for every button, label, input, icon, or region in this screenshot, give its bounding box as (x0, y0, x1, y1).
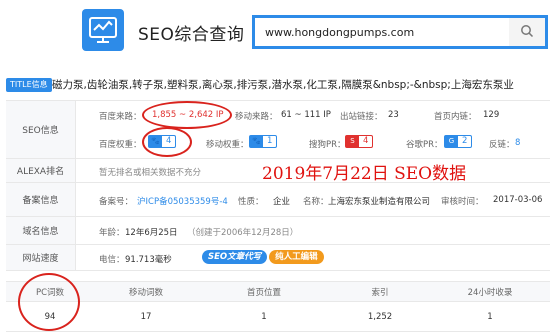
beian-nature-value: 企业 (273, 197, 291, 207)
speed-badges: SEO文章代写 纯人工编辑 (202, 250, 326, 264)
domain-label: 域名信息 (6, 217, 76, 244)
outlinks-label: 出站链接： (340, 112, 383, 122)
stats-header-24h: 24小时收录 (467, 287, 513, 298)
beian-name-label: 名称： (303, 197, 329, 207)
stats-table: PC词数 移动词数 首页位置 索引 24小时收录 94 17 1 1,252 1 (6, 273, 550, 333)
seo-writing-badge[interactable]: SEO文章代写 (202, 250, 268, 264)
info-table: SEO信息 百度来路： 1,855 ~ 2,642 IP 移动来路： 61 ~ … (6, 100, 550, 280)
sogou-pr-label: 搜狗PR： (309, 140, 346, 150)
baidu-weight-label: 百度权重： (99, 140, 142, 150)
beian-date-value: 2017-03-06 (493, 195, 543, 205)
app-title: SEO综合查询 (138, 25, 245, 45)
speed-row: 网站速度 电信： 91.713毫秒 SEO文章代写 纯人工编辑 (6, 245, 550, 271)
home-inlinks-value: 129 (483, 110, 500, 120)
header: SEO综合查询 (0, 0, 550, 68)
google-pr-badge[interactable]: G2 (444, 135, 473, 148)
alexa-value: 暂无排名或相关数据不充分 (99, 168, 202, 178)
highlight-circle-traffic (142, 101, 232, 129)
stats-value-home-pos[interactable]: 1 (198, 302, 330, 331)
mobile-traffic-label: 移动来路： (235, 112, 278, 122)
mobile-weight-badge[interactable]: 🐾 1 (249, 135, 278, 148)
google-pr-label: 谷歌PR： (406, 140, 443, 150)
site-title-text: 磁力泵,齿轮油泵,转子泵,塑料泵,离心泵,排污泵,潜水泵,化工泵,隔膜泵&nbs… (52, 79, 514, 91)
beian-label: 备案信息 (6, 183, 76, 216)
title-info-row: TITLE信息 磁力泵,齿轮油泵,转子泵,塑料泵,离心泵,排污泵,潜水泵,化工泵… (0, 74, 550, 96)
highlight-circle-pc (18, 273, 80, 331)
backlinks-value[interactable]: 8 (515, 138, 520, 148)
sogou-icon: S (346, 136, 359, 147)
search-icon (520, 24, 534, 41)
stats-header-index: 索引 (371, 287, 389, 298)
mobile-weight-label: 移动权重： (206, 140, 249, 150)
domain-created: （创建于2006年12月28日） (187, 228, 299, 238)
seo-info-label: SEO信息 (6, 101, 76, 158)
sogou-pr-badge[interactable]: S4 (345, 135, 374, 148)
stats-value-index[interactable]: 1,252 (330, 302, 430, 331)
sogou-pr-value: 4 (363, 136, 369, 146)
beian-date-label: 审核时间： (441, 197, 484, 207)
beian-name-value: 上海宏东泵业制造有限公司 (328, 197, 431, 207)
speed-time-label: 电信： (99, 255, 125, 265)
domain-row: 域名信息 年龄： 12年6月25日 （创建于2006年12月28日） (6, 217, 550, 245)
beian-number-label: 备案号： (99, 197, 134, 207)
date-annotation: 2019年7月22日 SEO数据 (262, 164, 467, 184)
mobile-weight-value: 1 (267, 136, 273, 146)
speed-label: 网站速度 (6, 245, 76, 270)
mobile-traffic-value: 61 ~ 111 IP (281, 110, 331, 120)
domain-age-value: 12年6月25日 (125, 228, 178, 238)
stats-value-row: 94 17 1 1,252 1 (6, 302, 550, 332)
search-button[interactable] (509, 18, 545, 46)
beian-row: 备案信息 备案号： 沪ICP备05035359号-4 性质： 企业 名称： 上海… (6, 183, 550, 217)
stats-header-mobile: 移动词数 (128, 287, 163, 298)
seo-info-row: SEO信息 百度来路： 1,855 ~ 2,642 IP 移动来路： 61 ~ … (6, 101, 550, 159)
speed-time-value: 91.713毫秒 (125, 255, 172, 265)
stats-header-row: PC词数 移动词数 首页位置 索引 24小时收录 (6, 282, 550, 302)
highlight-circle-weight (142, 127, 192, 157)
stats-value-24h[interactable]: 1 (430, 302, 550, 331)
outlinks-value: 23 (388, 110, 399, 120)
logo-chart-icon (82, 9, 124, 51)
stats-header-home-pos: 首页位置 (246, 287, 281, 298)
beian-number-value[interactable]: 沪ICP备05035359号-4 (137, 195, 228, 207)
baidu-traffic-label: 百度来路： (99, 112, 142, 122)
beian-nature-label: 性质： (238, 197, 264, 207)
google-pr-value: 2 (462, 136, 468, 146)
backlinks-label: 反链： (489, 140, 515, 150)
google-icon: G (445, 136, 458, 147)
domain-age-label: 年龄： (99, 228, 125, 238)
stats-value-mobile[interactable]: 17 (94, 302, 198, 331)
search-box (252, 15, 548, 49)
title-tag: TITLE信息 (6, 78, 52, 92)
manual-edit-badge[interactable]: 纯人工编辑 (269, 250, 324, 264)
search-input[interactable] (255, 18, 507, 46)
paw-icon: 🐾 (250, 136, 263, 147)
alexa-label: ALEXA排名 (6, 159, 76, 182)
home-inlinks-label: 首页内链： (434, 112, 477, 122)
